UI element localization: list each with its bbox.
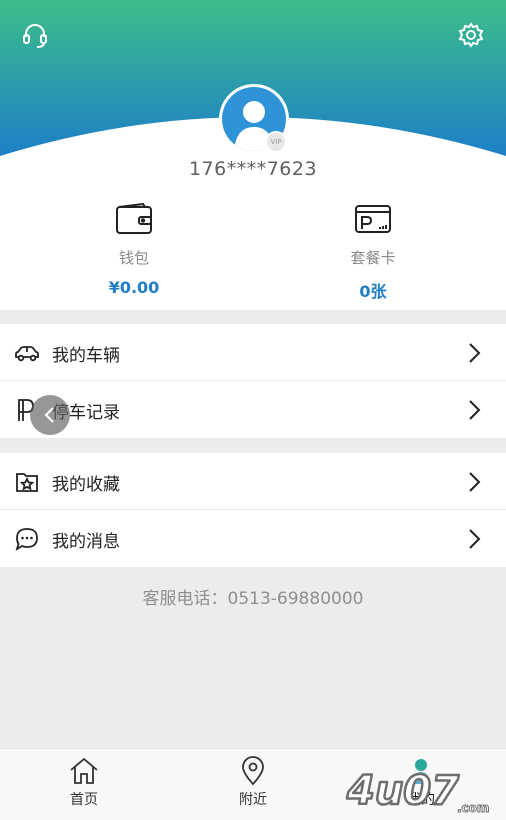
svg-text:.com: .com [457,801,489,815]
menu-item-my-favorites[interactable]: 我的收藏 [0,453,506,510]
menu-item-label: 我的消息 [52,532,120,552]
account-stats: 钱包 ¥0.00 套餐卡 0张 [0,200,506,310]
menu-item-my-vehicles[interactable]: 我的车辆 [0,324,506,381]
user-phone: 176****7623 [188,158,318,180]
menu-item-label: 我的收藏 [52,475,120,495]
gear-icon[interactable] [456,20,486,50]
tab-label: 首页 [70,792,98,808]
package-card-stat[interactable]: 套餐卡 0张 [273,200,473,302]
menu-item-label: 我的车辆 [52,346,120,366]
profile-header: VIP 176****7623 [0,0,506,200]
floating-back-button[interactable] [30,395,70,435]
menu-group-personal: 我的收藏 我的消息 [0,453,506,567]
favorite-folder-icon [16,473,38,492]
tab-label: 附近 [239,792,267,808]
chevron-right-icon [469,343,481,363]
chevron-right-icon [469,529,481,549]
wallet-icon [116,203,152,234]
tab-nearby[interactable]: 附近 [203,749,303,820]
home-icon [70,757,98,784]
headset-icon[interactable] [20,20,50,50]
package-card-label: 套餐卡 [350,249,396,267]
menu-item-parking-records[interactable]: 停车记录 [0,381,506,438]
wallet-balance: ¥0.00 [108,278,160,297]
package-card-count: 0张 [359,282,387,301]
chevron-right-icon [469,400,481,420]
parking-card-icon [355,205,391,233]
customer-service-phone[interactable]: 客服电话：0513-69880000 [0,584,506,609]
chevron-left-icon [44,407,54,423]
location-pin-icon [242,756,264,786]
menu-item-my-messages[interactable]: 我的消息 [0,510,506,567]
site-watermark-logo: 4u07 .com [345,767,490,816]
car-icon [15,346,39,362]
wallet-label: 钱包 [118,249,149,267]
tab-home[interactable]: 首页 [34,749,134,820]
chevron-right-icon [469,472,481,492]
message-icon [15,528,38,551]
vip-badge: VIP [265,131,287,153]
svg-text:4u07: 4u07 [346,768,459,814]
menu-group-vehicle: 我的车辆 停车记录 [0,324,506,438]
wallet-stat[interactable]: 钱包 ¥0.00 [34,200,234,297]
